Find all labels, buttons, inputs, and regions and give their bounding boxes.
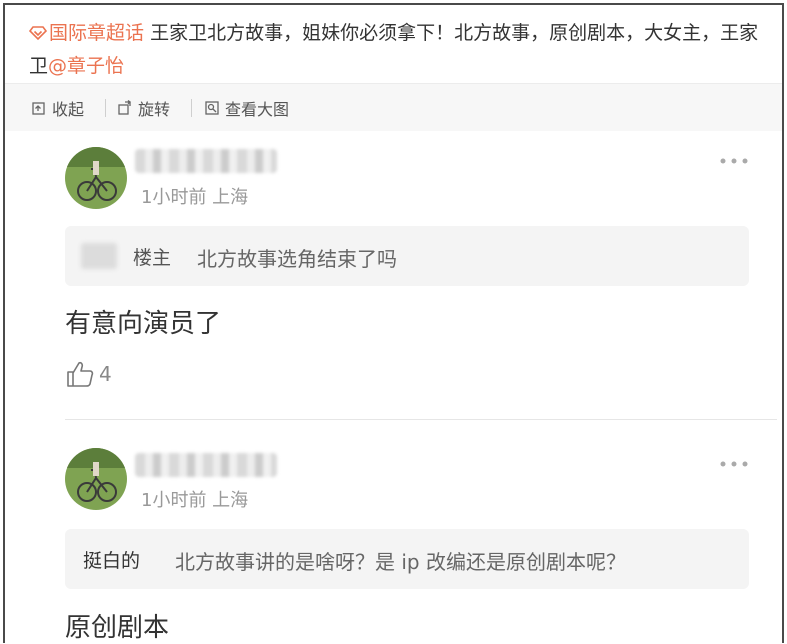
view-large-label: 查看大图 [225,100,290,119]
quoted-comment[interactable]: 楼主 北方故事选角结束了吗 [65,226,749,286]
comment-meta: 1小时前 上海 [141,187,249,208]
screenshot-frame: 国际章超话 王家卫北方故事，姐妹你必须拿下！北方故事，原创剧本，大女主，王家卫@… [3,3,784,643]
quote-username-blurred [81,243,117,269]
more-options-icon[interactable] [719,157,749,165]
quoted-comment[interactable]: 挺白的 北方故事讲的是啥呀？是 ip 改编还是原创剧本呢？ [65,529,749,589]
topic-label: 国际章超话 [49,22,145,44]
collapse-label: 收起 [52,100,85,119]
collapse-icon [32,102,45,115]
rotate-icon [118,100,132,115]
view-image-icon [205,101,219,115]
avatar-bicycle-image [65,448,127,510]
topic-link[interactable]: 国际章超话 [29,22,150,44]
diamond-topic-icon [29,26,47,41]
view-large-button[interactable]: 查看大图 [204,97,289,119]
username-blurred [135,453,277,477]
op-tag: 楼主 [133,247,172,269]
image-toolbar: 收起 旋转 查看大图 [5,83,782,131]
comment-image: 1小时前 上海 楼主 北方故事选角结束了吗 有意向演员了 4 1小时前 上海 挺… [35,131,777,643]
mention-link[interactable]: @章子怡 [48,55,124,77]
username-blurred [135,149,277,173]
more-options-icon[interactable] [719,460,749,468]
like-button[interactable]: 4 [65,359,112,389]
quote-text: 北方故事选角结束了吗 [197,247,397,271]
thumbs-up-icon [67,361,94,387]
rotate-button[interactable]: 旋转 [117,97,170,119]
collapse-button[interactable]: 收起 [31,97,84,119]
toolbar-divider [105,99,106,117]
like-count: 4 [99,362,112,386]
post-text: 国际章超话 王家卫北方故事，姐妹你必须拿下！北方故事，原创剧本，大女主，王家卫@… [29,17,769,83]
reply-text: 原创剧本 [65,613,170,643]
rotate-label: 旋转 [138,100,171,119]
avatar[interactable] [65,147,127,209]
quote-username[interactable]: 挺白的 [83,546,140,573]
quote-text: 北方故事讲的是啥呀？是 ip 改编还是原创剧本呢？ [175,550,626,574]
avatar-bicycle-image [65,147,127,209]
reply-text: 有意向演员了 [65,309,222,339]
comment-meta: 1小时前 上海 [141,490,249,511]
comment-divider [65,419,777,420]
avatar[interactable] [65,448,127,510]
toolbar-divider [191,99,192,117]
